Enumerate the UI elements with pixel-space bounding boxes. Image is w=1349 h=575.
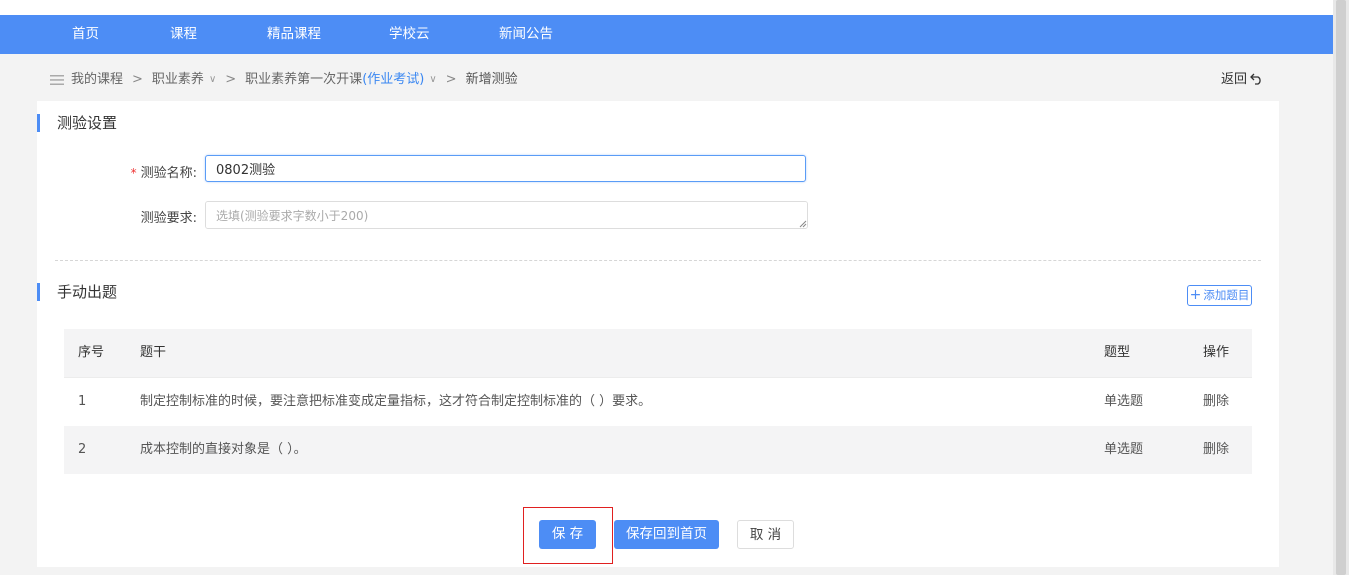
header-type: 题型: [1104, 345, 1131, 360]
nav-featured-courses[interactable]: 精品课程: [267, 15, 321, 54]
questions-table: 序号 题干 题型 操作 1 制定控制标准的时候，要注意把标准变成定量指标，这才符…: [64, 329, 1252, 474]
top-strip: [0, 0, 1333, 15]
chevron-down-icon[interactable]: ∨: [429, 70, 436, 90]
row-type: 单选题: [1104, 394, 1144, 409]
plus-icon: +: [1189, 287, 1202, 303]
menu-icon: [50, 75, 64, 85]
resize-grip-icon[interactable]: [799, 220, 807, 228]
header-no: 序号: [78, 345, 105, 360]
save-button[interactable]: 保 存: [539, 520, 596, 549]
nav-courses[interactable]: 课程: [170, 15, 197, 54]
chevron-down-icon[interactable]: ∨: [209, 70, 216, 90]
section-divider: [55, 260, 1261, 261]
delete-link[interactable]: 删除: [1203, 378, 1229, 426]
page-scrollbar[interactable]: [1333, 0, 1349, 575]
section-title-settings: 测验设置: [37, 113, 117, 133]
header-op: 操作: [1203, 345, 1230, 360]
back-label: 返回: [1221, 72, 1248, 87]
breadcrumb-class[interactable]: 职业素养第一次开课: [245, 70, 362, 90]
nav-home[interactable]: 首页: [72, 15, 99, 54]
nav-school-cloud[interactable]: 学校云: [389, 15, 430, 54]
breadcrumb-current: 新增测验: [465, 72, 518, 87]
breadcrumb-course[interactable]: 职业素养: [152, 70, 204, 90]
cancel-button[interactable]: 取 消: [737, 520, 794, 549]
quiz-form-panel: 测验设置 *测验名称: 测验要求: 手动出题 +添加题目 序号 题干 题型 操作…: [37, 101, 1279, 567]
add-question-button[interactable]: + 添加题目: [1187, 285, 1252, 306]
scrollbar-thumb[interactable]: [1336, 0, 1346, 575]
breadcrumb-separator: >: [445, 72, 457, 87]
row-stem: 制定控制标准的时候，要注意把标准变成定量指标，这才符合制定控制标准的（ ）要求。: [140, 394, 652, 409]
row-no: 1: [78, 394, 87, 409]
table-header: 序号 题干 题型 操作: [64, 329, 1252, 378]
quiz-name-label: * 测验名称:: [130, 166, 197, 181]
section-title-questions: 手动出题: [37, 282, 117, 302]
return-icon: [1250, 73, 1261, 85]
row-no: 2: [78, 442, 87, 457]
quiz-name-input[interactable]: [205, 155, 806, 182]
save-and-home-button[interactable]: 保存回到首页: [614, 520, 719, 549]
breadcrumb-my-courses[interactable]: 我的课程: [71, 70, 123, 90]
back-button[interactable]: 返回: [1221, 70, 1263, 90]
breadcrumb-separator: >: [225, 72, 237, 87]
table-row: 2 成本控制的直接对象是（ ）。 单选题 删除: [64, 426, 1252, 474]
top-navbar: 首页 课程 精品课程 学校云 新闻公告: [0, 15, 1333, 54]
breadcrumb-tag[interactable]: (作业考试): [362, 70, 424, 90]
nav-news[interactable]: 新闻公告: [499, 15, 553, 54]
header-stem: 题干: [140, 345, 167, 360]
row-stem: 成本控制的直接对象是（ ）。: [140, 442, 307, 457]
quiz-requirement-label: 测验要求:: [140, 211, 197, 226]
table-row: 1 制定控制标准的时候，要注意把标准变成定量指标，这才符合制定控制标准的（ ）要…: [64, 378, 1252, 426]
breadcrumb: 我的课程 > 职业素养 ∨ > 职业素养第一次开课 (作业考试) ∨ > 新增测验: [50, 70, 518, 90]
quiz-requirement-input[interactable]: [205, 201, 808, 229]
delete-link[interactable]: 删除: [1203, 426, 1229, 474]
breadcrumb-separator: >: [132, 72, 143, 87]
required-mark: *: [130, 166, 137, 180]
row-type: 单选题: [1104, 442, 1144, 457]
